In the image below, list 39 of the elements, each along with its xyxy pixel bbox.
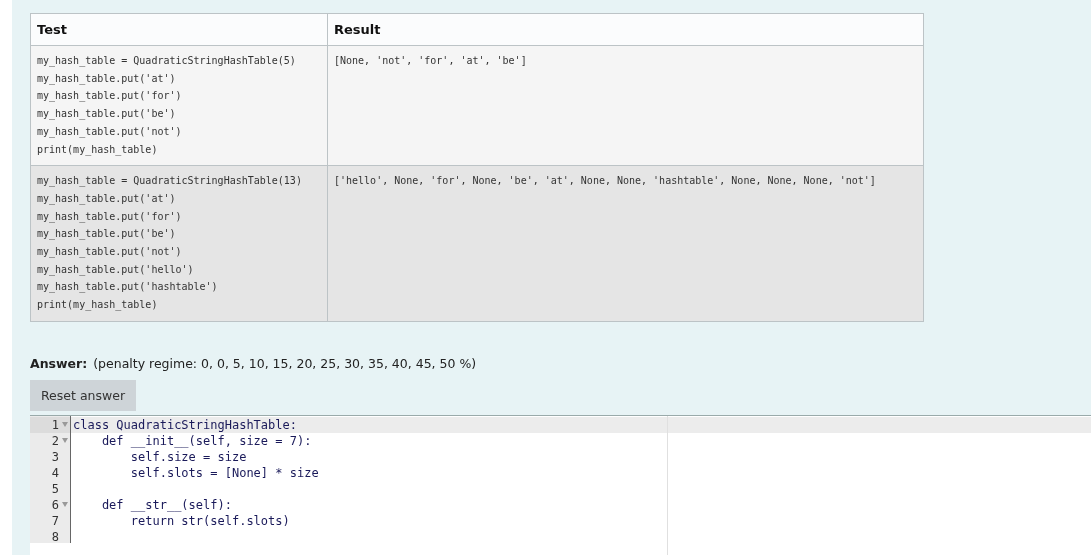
test-code-line: my_hash_table.put('be') [37, 107, 176, 122]
test-code-line: my_hash_table.put('not') [37, 124, 182, 140]
column-header: Result [327, 13, 924, 46]
code-line: self.slots = [None] * size [129, 465, 319, 480]
code-editor[interactable]: 1 2 3 4 5 6 7 8 class QuadraticStringHashTable: def __init__(self, size = 7): self.size = size self.slots = [None] * size def __str__(self): return str(self.slots) [30, 414, 1091, 555]
fold-arrow-icon[interactable] [61, 422, 68, 428]
reset-answer-button[interactable]: Reset answer [30, 379, 137, 411]
fold-arrow-icon[interactable] [61, 438, 68, 444]
column-header: Test [30, 13, 328, 46]
line-number: 2 [51, 432, 59, 449]
code-line: return str(self.slots) [129, 513, 290, 528]
code-line: def __init__(self, size = 7): [100, 433, 312, 448]
code-line: def __str__(self): [100, 497, 232, 512]
line-number: 4 [51, 464, 59, 481]
answer-label: Answer: [30, 355, 88, 371]
test-code-line: my_hash_table.put('be') [37, 227, 176, 242]
test-code-line: print(my_hash_table) [37, 142, 158, 158]
test-code-line: my_hash_table.put('at') [37, 71, 176, 87]
test-code-line: my_hash_table.put('not') [37, 245, 182, 260]
line-number: 5 [51, 480, 59, 497]
test-code-line: print(my_hash_table) [37, 298, 158, 313]
code-line: self.size = size [129, 449, 247, 464]
test-code-line: my_hash_table.put('hello') [37, 262, 194, 278]
test-code-line: my_hash_table.put('for') [37, 209, 182, 225]
code-line: class QuadraticStringHashTable: [73, 417, 297, 432]
penalty-regime-text: (penalty regime: 0, 0, 5, 10, 15, 20, 25, 30, 35, 40, 45, 50 %) [93, 355, 477, 371]
test-code-line: my_hash_table.put('for') [37, 89, 182, 104]
result-output: [None, 'not', 'for', 'at', 'be'] [334, 54, 527, 68]
test-code-line: my_hash_table.put('hashtable') [37, 280, 218, 295]
test-code-line: my_hash_table = QuadraticStringHashTable(5) [37, 54, 296, 69]
line-number: 3 [51, 448, 59, 465]
line-number: 6 [51, 496, 59, 513]
fold-arrow-icon[interactable] [61, 502, 68, 508]
line-number: 1 [51, 416, 59, 433]
line-number: 7 [51, 512, 59, 529]
line-number: 8 [51, 528, 59, 545]
test-code-line: my_hash_table = QuadraticStringHashTable(13) [37, 174, 302, 189]
result-output: ['hello', None, 'for', None, 'be', 'at', None, None, 'hashtable', None, None, None, 'not'] [334, 174, 876, 189]
test-code-line: my_hash_table.put('at') [37, 191, 176, 207]
